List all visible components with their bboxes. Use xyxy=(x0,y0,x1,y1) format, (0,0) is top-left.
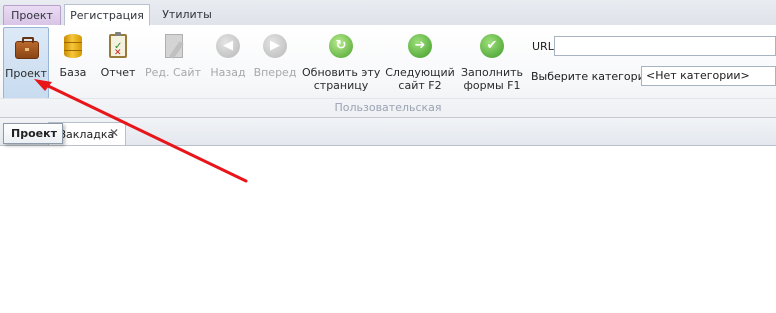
next-label-line2: сайт F2 xyxy=(398,79,442,92)
ribbon-panel: Проект База ✓ ✕ Отчет Ред. Сайт ◀ Назад ▶… xyxy=(0,25,776,118)
refresh-label-line2: страницу xyxy=(313,79,369,92)
tab-utilities[interactable]: Утилиты xyxy=(152,5,222,25)
tab-project-app-menu[interactable]: Проект xyxy=(3,5,61,25)
briefcase-icon xyxy=(11,32,41,62)
refresh-label-line1: Обновить эту xyxy=(302,66,381,79)
url-input[interactable] xyxy=(554,36,776,56)
document-tab-label: Закладка xyxy=(59,128,115,141)
fill-label-line1: Заполнить xyxy=(461,66,523,79)
url-label: URL xyxy=(532,40,554,53)
close-icon[interactable]: ✕ xyxy=(109,126,119,140)
database-icon xyxy=(58,31,88,61)
project-button-label: Проект xyxy=(5,67,47,80)
next-site-button[interactable]: ➜ Следующий сайт F2 xyxy=(384,27,456,99)
edit-document-icon xyxy=(158,31,188,61)
tooltip-project: Проект xyxy=(3,123,63,144)
group-label: Пользовательская xyxy=(334,101,442,114)
report-button[interactable]: ✓ ✕ Отчет xyxy=(96,27,140,99)
tab-registration[interactable]: Регистрация xyxy=(64,4,150,26)
next-arrow-icon: ➜ xyxy=(405,31,435,61)
category-label: Выберите категории xyxy=(531,70,652,83)
refresh-page-button[interactable]: ↻ Обновить эту страницу xyxy=(302,27,380,99)
project-button[interactable]: Проект xyxy=(3,27,49,99)
checkmark-icon: ✔ xyxy=(477,31,507,61)
arrow-left-icon: ◀ xyxy=(213,31,243,61)
refresh-icon: ↻ xyxy=(326,31,356,61)
arrow-right-icon: ▶ xyxy=(260,31,290,61)
edit-site-button[interactable]: Ред. Сайт xyxy=(142,27,204,99)
document-tab-strip: Закладка ✕ xyxy=(0,118,776,146)
category-select[interactable]: <Нет категории> xyxy=(641,66,776,86)
fill-forms-button[interactable]: ✔ Заполнить формы F1 xyxy=(460,27,524,99)
forward-button-label: Вперед xyxy=(253,66,297,79)
base-button-label: База xyxy=(59,66,87,79)
back-button-label: Назад xyxy=(210,66,246,79)
document-content-area xyxy=(0,146,776,313)
base-button[interactable]: База xyxy=(53,27,93,99)
clipboard-report-icon: ✓ ✕ xyxy=(103,31,133,61)
fill-label-line2: формы F1 xyxy=(463,79,521,92)
next-label-line1: Следующий xyxy=(385,66,455,79)
edit-site-button-label: Ред. Сайт xyxy=(145,66,201,79)
ribbon-tab-strip: Проект Регистрация Утилиты xyxy=(0,0,776,26)
forward-button[interactable]: ▶ Вперед xyxy=(252,27,298,99)
report-button-label: Отчет xyxy=(100,66,136,79)
back-button[interactable]: ◀ Назад xyxy=(206,27,250,99)
